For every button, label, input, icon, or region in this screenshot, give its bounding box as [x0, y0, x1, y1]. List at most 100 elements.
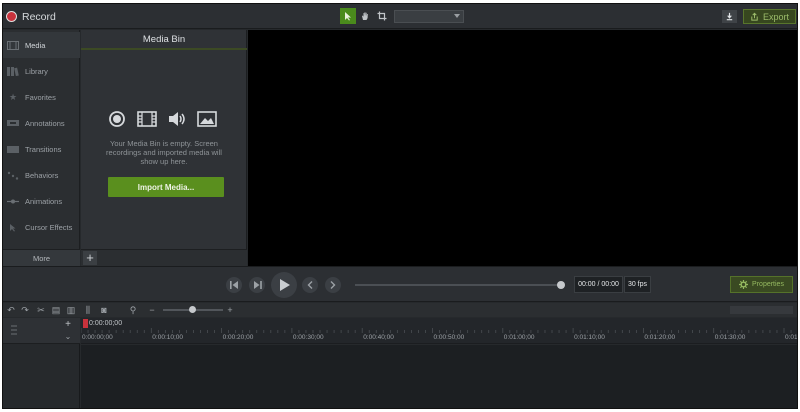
pan-tool-button[interactable]: [357, 8, 373, 24]
ruler-label: 0:00:10;00: [152, 334, 184, 341]
fps-display: 30 fps: [624, 276, 651, 293]
zoom-in-button[interactable]: +: [224, 304, 236, 316]
audio-icon: [169, 112, 185, 126]
previous-button[interactable]: [302, 277, 318, 293]
ruler-label: 0:00:00;00: [82, 334, 113, 341]
pointer-icon: [345, 12, 351, 21]
record-label: Record: [22, 10, 56, 23]
snapshot-button[interactable]: ◙: [98, 304, 110, 316]
export-button[interactable]: Export: [743, 9, 796, 24]
timeline-toolbar: ↶ ↷ ✂ ▤ ▥ ⫼ ◙ ⚲ − +: [3, 303, 797, 317]
sidebar-item-label: Media: [25, 40, 46, 50]
canvas-zoom-dropdown[interactable]: [394, 10, 464, 23]
copy-button[interactable]: ▤: [50, 304, 62, 316]
redo-icon: ↷: [21, 304, 29, 315]
sidebar-item-label: Animations: [25, 196, 63, 206]
ruler-label: 0:01:4: [785, 334, 798, 341]
sidebar-item-animations[interactable]: Animations: [3, 188, 80, 214]
zoom-out-button[interactable]: −: [146, 304, 158, 316]
sidebar-item-label: Library: [25, 66, 48, 76]
sidebar-item-favorites[interactable]: ★ Favorites: [3, 84, 80, 110]
sidebar-item-behaviors[interactable]: Behaviors: [3, 162, 80, 188]
ruler-label: 0:01:20;00: [644, 334, 676, 341]
crop-tool-button[interactable]: [374, 8, 390, 24]
sidebar-item-label: Annotations: [25, 118, 65, 128]
panel-title: Media Bin: [81, 30, 247, 50]
record-icon: [6, 11, 17, 22]
preview-canvas[interactable]: [248, 30, 797, 266]
record-button[interactable]: Record: [6, 8, 56, 25]
sidebar-item-label: Transitions: [25, 144, 62, 154]
add-media-button[interactable]: +: [83, 251, 97, 265]
chevron-down-icon: [454, 14, 460, 18]
empty-bin-message: Your Media Bin is empty. Screen recordin…: [106, 139, 222, 166]
step-forward-button[interactable]: [249, 277, 265, 293]
gear-icon: [739, 280, 749, 289]
track-header-controls: + ⌄: [3, 318, 80, 344]
step-back-button[interactable]: [226, 277, 242, 293]
playhead-time: 0:00:00;00: [89, 320, 123, 327]
ruler-label: 0:00:30;00: [292, 334, 324, 341]
split-button[interactable]: ⫼: [82, 304, 94, 316]
track-list-icon: [11, 325, 17, 335]
bin-footer: +: [81, 249, 247, 266]
zoom-search-button[interactable]: ⚲: [127, 304, 139, 316]
play-icon: [279, 279, 290, 291]
export-label: Export: [762, 11, 789, 22]
chevron-left-icon: [307, 281, 313, 289]
search-icon: ⚲: [129, 304, 137, 315]
select-tool-button[interactable]: [340, 8, 356, 24]
sidebar-item-media[interactable]: Media: [3, 32, 80, 58]
copy-icon: ▤: [51, 304, 61, 315]
properties-label: Properties: [752, 281, 784, 288]
crop-icon: [377, 11, 387, 21]
camtasia-window: Record Export Media Library ★ Favorites …: [2, 3, 798, 409]
behavior-icon: [7, 170, 19, 180]
scissors-icon: ✂: [37, 304, 45, 315]
cut-button[interactable]: ✂: [35, 304, 47, 316]
timeline-tracks[interactable]: [81, 345, 797, 408]
camera-icon: ◙: [101, 305, 107, 315]
properties-button[interactable]: Properties: [730, 276, 793, 293]
sidebar-item-transitions[interactable]: Transitions: [3, 136, 80, 162]
annotation-icon: [7, 118, 19, 128]
timeline-zoom-handle[interactable]: [189, 306, 196, 313]
download-button[interactable]: [722, 10, 737, 23]
timeline-scrollbar[interactable]: [730, 306, 793, 314]
chevron-right-icon: [330, 281, 336, 289]
undo-button[interactable]: ↶: [5, 304, 17, 316]
sidebar-item-label: Behaviors: [25, 170, 59, 180]
paste-button[interactable]: ▥: [65, 304, 77, 316]
redo-button[interactable]: ↷: [19, 304, 31, 316]
ruler-label: 0:01:00;00: [503, 334, 535, 341]
seek-handle[interactable]: [557, 281, 565, 289]
ruler-label: 0:00:20;00: [222, 334, 254, 341]
playhead[interactable]: [83, 319, 88, 328]
paste-icon: ▥: [66, 304, 76, 315]
collapse-tracks-button[interactable]: ⌄: [63, 332, 73, 342]
step-forward-icon: [253, 281, 262, 289]
film-icon: [7, 40, 19, 50]
ruler-label: 0:01:30;00: [714, 334, 746, 341]
sidebar-item-library[interactable]: Library: [3, 58, 80, 84]
split-icon: ⫼: [85, 304, 91, 315]
next-button[interactable]: [325, 277, 341, 293]
add-track-button[interactable]: +: [63, 320, 73, 330]
import-media-button[interactable]: Import Media...: [108, 177, 224, 197]
undo-icon: ↶: [7, 304, 15, 315]
seek-bar[interactable]: [355, 284, 560, 286]
chevron-down-icon: ⌄: [64, 332, 72, 341]
ruler-label: 0:00:50;00: [433, 334, 465, 341]
sidebar-item-cursor-effects[interactable]: Cursor Effects: [3, 214, 80, 240]
sidebar-item-annotations[interactable]: Annotations: [3, 110, 80, 136]
ruler-label: 0:01:10;00: [574, 334, 605, 341]
transition-icon: [7, 144, 19, 154]
timeline-ruler[interactable]: 0:00:00;00 0:00:00;00 0:00:10;00 0:00:20;0…: [81, 318, 798, 344]
timecode-display: 00:00 / 00:00: [574, 276, 623, 293]
download-icon: [726, 12, 733, 21]
playback-controls: 00:00 / 00:00 30 fps Properties: [3, 266, 797, 302]
play-button[interactable]: [271, 272, 297, 298]
film-icon: [137, 111, 157, 127]
plus-icon: +: [227, 305, 233, 315]
more-button[interactable]: More: [3, 249, 80, 266]
